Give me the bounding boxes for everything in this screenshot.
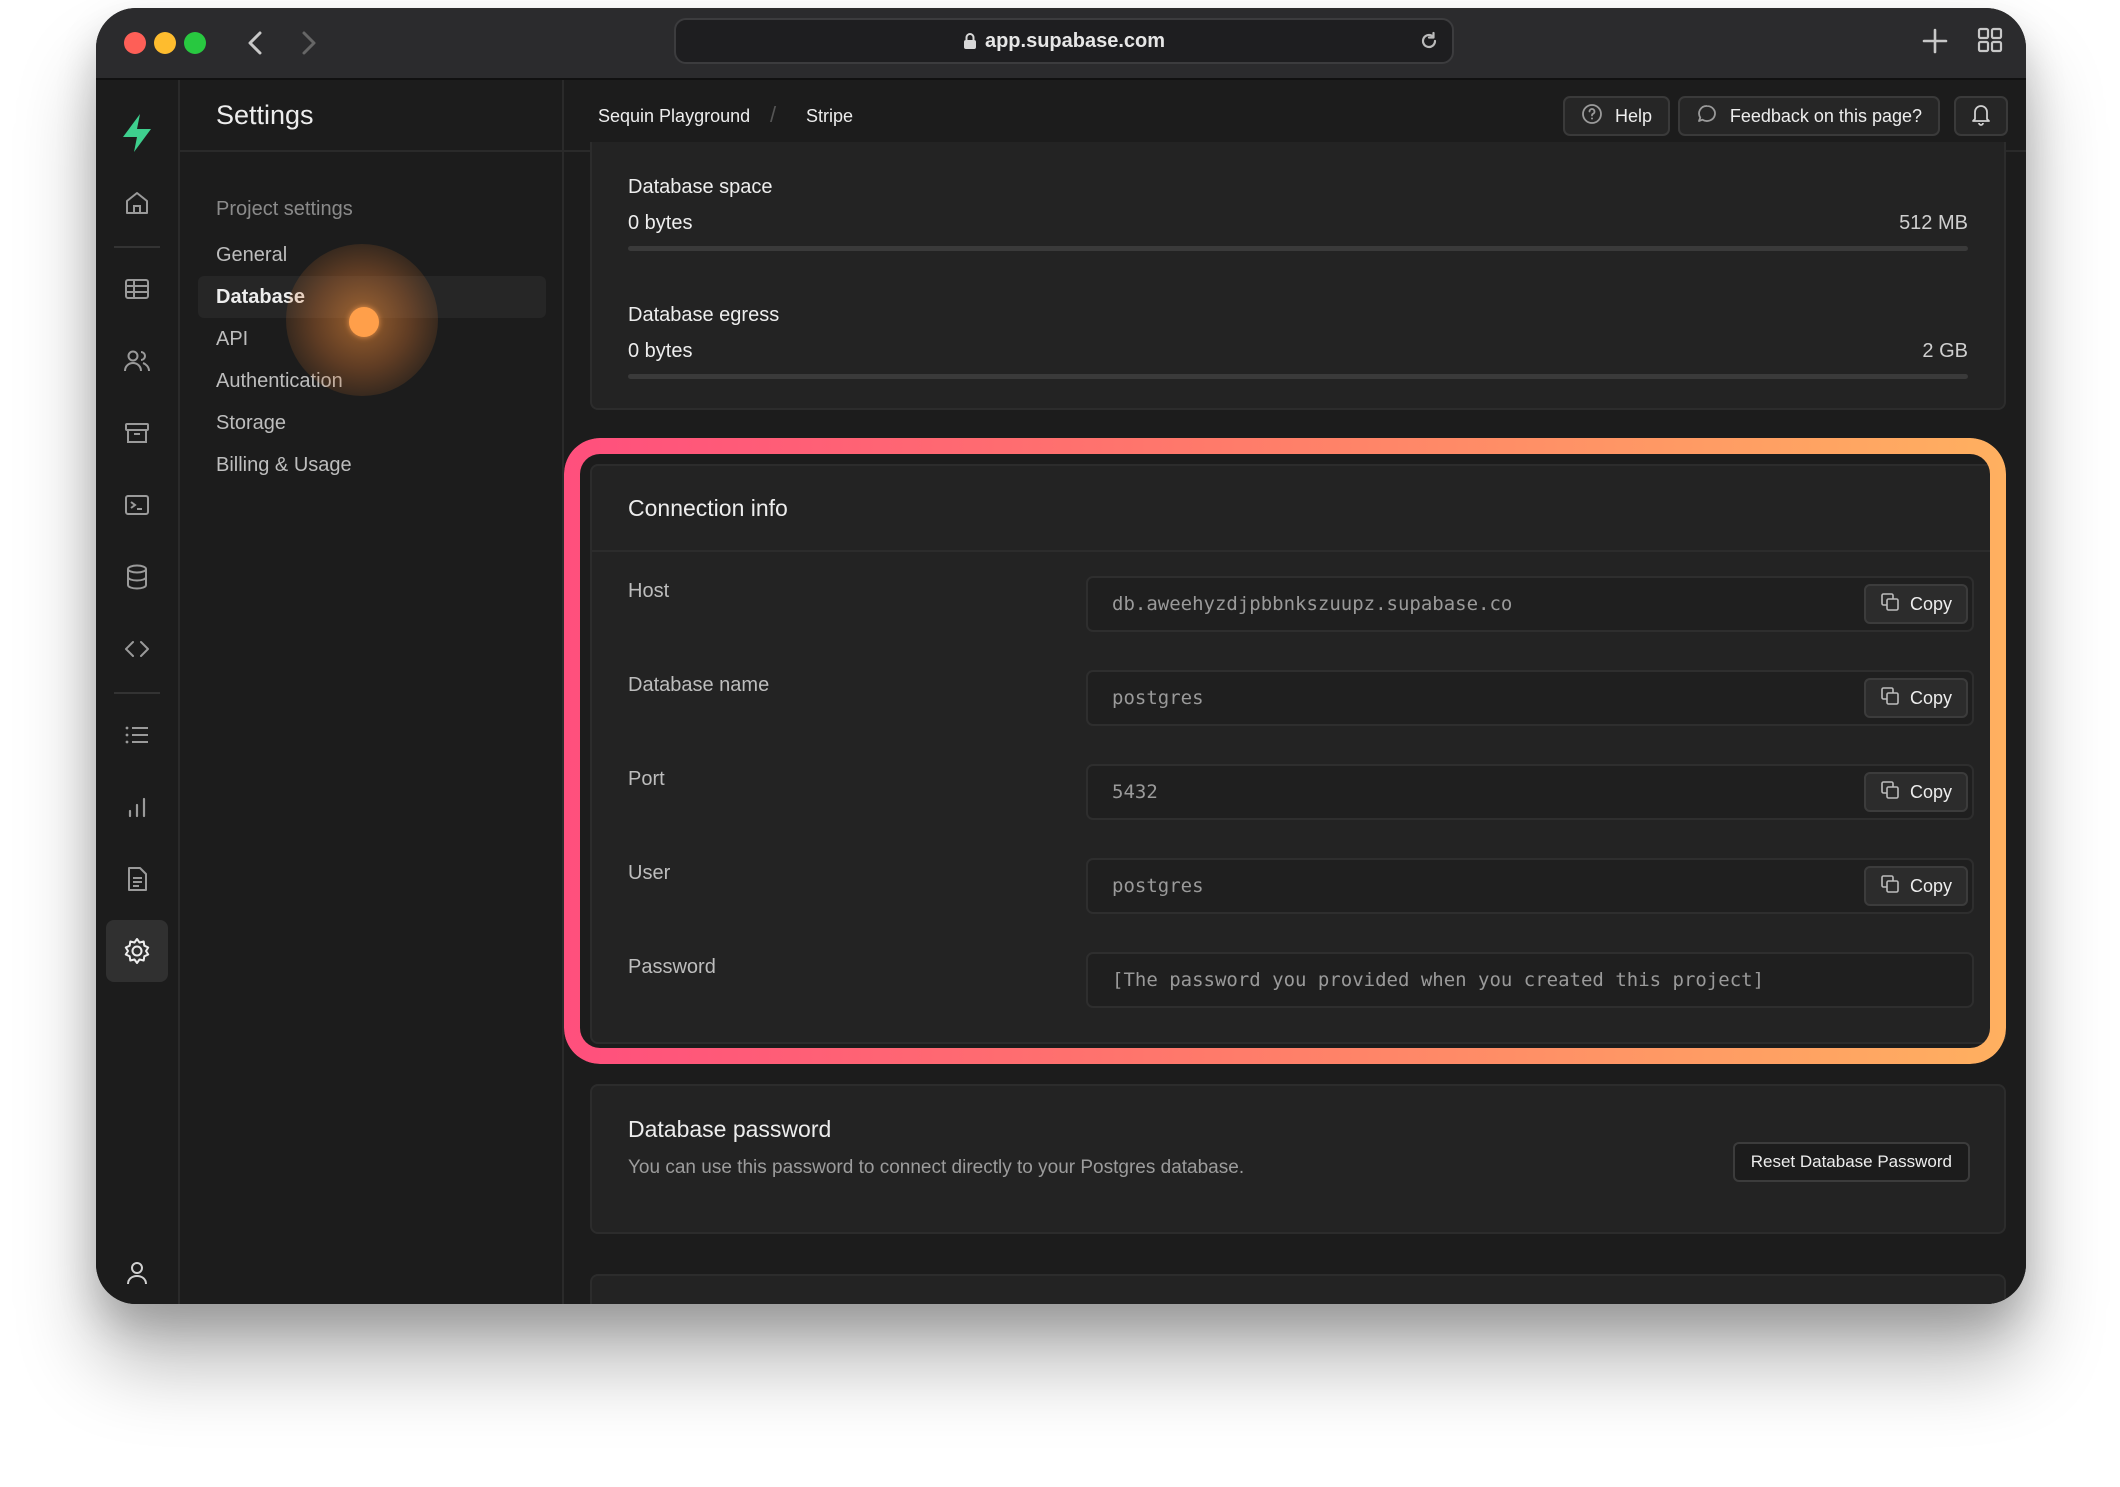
sidebar-section-title: Project settings	[216, 198, 353, 220]
rail-divider	[114, 692, 160, 694]
port-label: Port	[628, 768, 665, 790]
copy-icon	[1880, 686, 1900, 711]
database-password-description: You can use this password to connect dir…	[628, 1157, 1245, 1178]
connection-info-title: Connection info	[592, 466, 2004, 552]
url-text: app.supabase.com	[984, 29, 1166, 52]
copy-label: Copy	[1909, 593, 1952, 614]
host-label: Host	[628, 580, 670, 602]
usage-label: Database egress	[628, 304, 780, 326]
database-name-field[interactable]: postgres Copy	[1086, 670, 1974, 726]
host-field[interactable]: db.aweehyzdjpbbnkszuupz.supabase.co Copy	[1086, 576, 1974, 632]
supabase-logo-icon[interactable]	[106, 102, 168, 164]
database-icon[interactable]	[106, 546, 168, 608]
breadcrumb-project[interactable]: Sequin Playground	[598, 106, 750, 127]
user-label: User	[628, 862, 671, 884]
main-content: Database space 0 bytes 512 MB Database e…	[564, 142, 2026, 1304]
connection-info-card: Connection info Host db.aweehyzdjpbbnksz…	[590, 464, 2006, 1044]
password-field[interactable]: [The password you provided when you crea…	[1086, 952, 1974, 1008]
copy-database-name-button[interactable]: Copy	[1863, 678, 1968, 718]
database-password-card: Database password You can use this passw…	[590, 1084, 2006, 1234]
copy-icon	[1880, 780, 1900, 805]
feedback-label: Feedback on this page?	[1729, 105, 1922, 126]
help-button[interactable]: Help	[1562, 96, 1670, 136]
password-value: [The password you provided when you crea…	[1112, 969, 1765, 991]
database-name-value: postgres	[1112, 687, 1204, 709]
breadcrumb-separator: /	[770, 102, 777, 127]
user-value: postgres	[1112, 875, 1204, 897]
database-name-label: Database name	[628, 674, 770, 696]
tab-overview-icon[interactable]	[1976, 26, 2004, 59]
port-value: 5432	[1112, 781, 1158, 803]
notifications-button[interactable]	[1954, 96, 2008, 136]
breadcrumb-organization[interactable]: Stripe	[806, 106, 853, 127]
bell-icon	[1970, 102, 1992, 131]
user-icon[interactable]	[106, 1242, 168, 1304]
reload-icon[interactable]	[1418, 30, 1440, 58]
reset-database-password-button[interactable]: Reset Database Password	[1732, 1142, 1970, 1182]
browser-titlebar: app.supabase.com	[96, 8, 2026, 80]
copy-label: Copy	[1909, 781, 1952, 802]
usage-value: 0 bytes	[628, 340, 693, 362]
usage-limit: 2 GB	[1922, 340, 1968, 362]
gear-icon[interactable]	[106, 920, 168, 982]
forward-arrow-icon[interactable]	[292, 26, 326, 60]
copy-user-button[interactable]: Copy	[1863, 866, 1968, 906]
document-icon[interactable]	[106, 848, 168, 910]
usage-progress-bar	[628, 246, 1968, 251]
rail-divider	[114, 246, 160, 248]
users-icon[interactable]	[106, 330, 168, 392]
browser-window: app.supabase.com Settings Project settin…	[96, 8, 2026, 1304]
help-circle-icon	[1581, 103, 1603, 130]
port-field[interactable]: 5432 Copy	[1086, 764, 1974, 820]
sidebar-item-storage[interactable]: Storage	[198, 402, 546, 444]
terminal-icon[interactable]	[106, 474, 168, 536]
copy-port-button[interactable]: Copy	[1863, 772, 1968, 812]
zoom-window-button[interactable]	[184, 32, 206, 54]
mouse-cursor-indicator	[349, 307, 379, 337]
table-icon[interactable]	[106, 258, 168, 320]
usage-limit: 512 MB	[1899, 212, 1968, 234]
chat-bubble-icon	[1696, 103, 1718, 130]
usage-progress-bar	[628, 374, 1968, 379]
home-icon[interactable]	[106, 172, 168, 234]
copy-label: Copy	[1909, 875, 1952, 896]
next-section-card	[590, 1274, 2006, 1304]
archive-icon[interactable]	[106, 402, 168, 464]
copy-label: Copy	[1909, 687, 1952, 708]
icon-rail	[96, 80, 180, 1304]
usage-label: Database space	[628, 176, 773, 198]
list-icon[interactable]	[106, 704, 168, 766]
help-label: Help	[1614, 105, 1652, 126]
user-field[interactable]: postgres Copy	[1086, 858, 1974, 914]
usage-value: 0 bytes	[628, 212, 693, 234]
sidebar-title: Settings	[180, 80, 562, 152]
database-password-title: Database password	[628, 1116, 832, 1142]
password-label: Password	[628, 956, 716, 978]
usage-card: Database space 0 bytes 512 MB Database e…	[590, 142, 2006, 410]
minimize-window-button[interactable]	[154, 32, 176, 54]
copy-host-button[interactable]: Copy	[1863, 584, 1968, 624]
chart-icon[interactable]	[106, 776, 168, 838]
address-bar[interactable]: app.supabase.com	[674, 18, 1454, 64]
sidebar-item-billing-usage[interactable]: Billing & Usage	[198, 444, 546, 486]
code-icon[interactable]	[106, 618, 168, 680]
copy-icon	[1880, 592, 1900, 617]
back-arrow-icon[interactable]	[238, 26, 272, 60]
lock-icon	[963, 32, 977, 50]
copy-icon	[1880, 874, 1900, 899]
host-value: db.aweehyzdjpbbnkszuupz.supabase.co	[1112, 593, 1513, 615]
new-tab-plus-icon[interactable]	[1920, 26, 1950, 61]
close-window-button[interactable]	[124, 32, 146, 54]
feedback-button[interactable]: Feedback on this page?	[1677, 96, 1940, 136]
